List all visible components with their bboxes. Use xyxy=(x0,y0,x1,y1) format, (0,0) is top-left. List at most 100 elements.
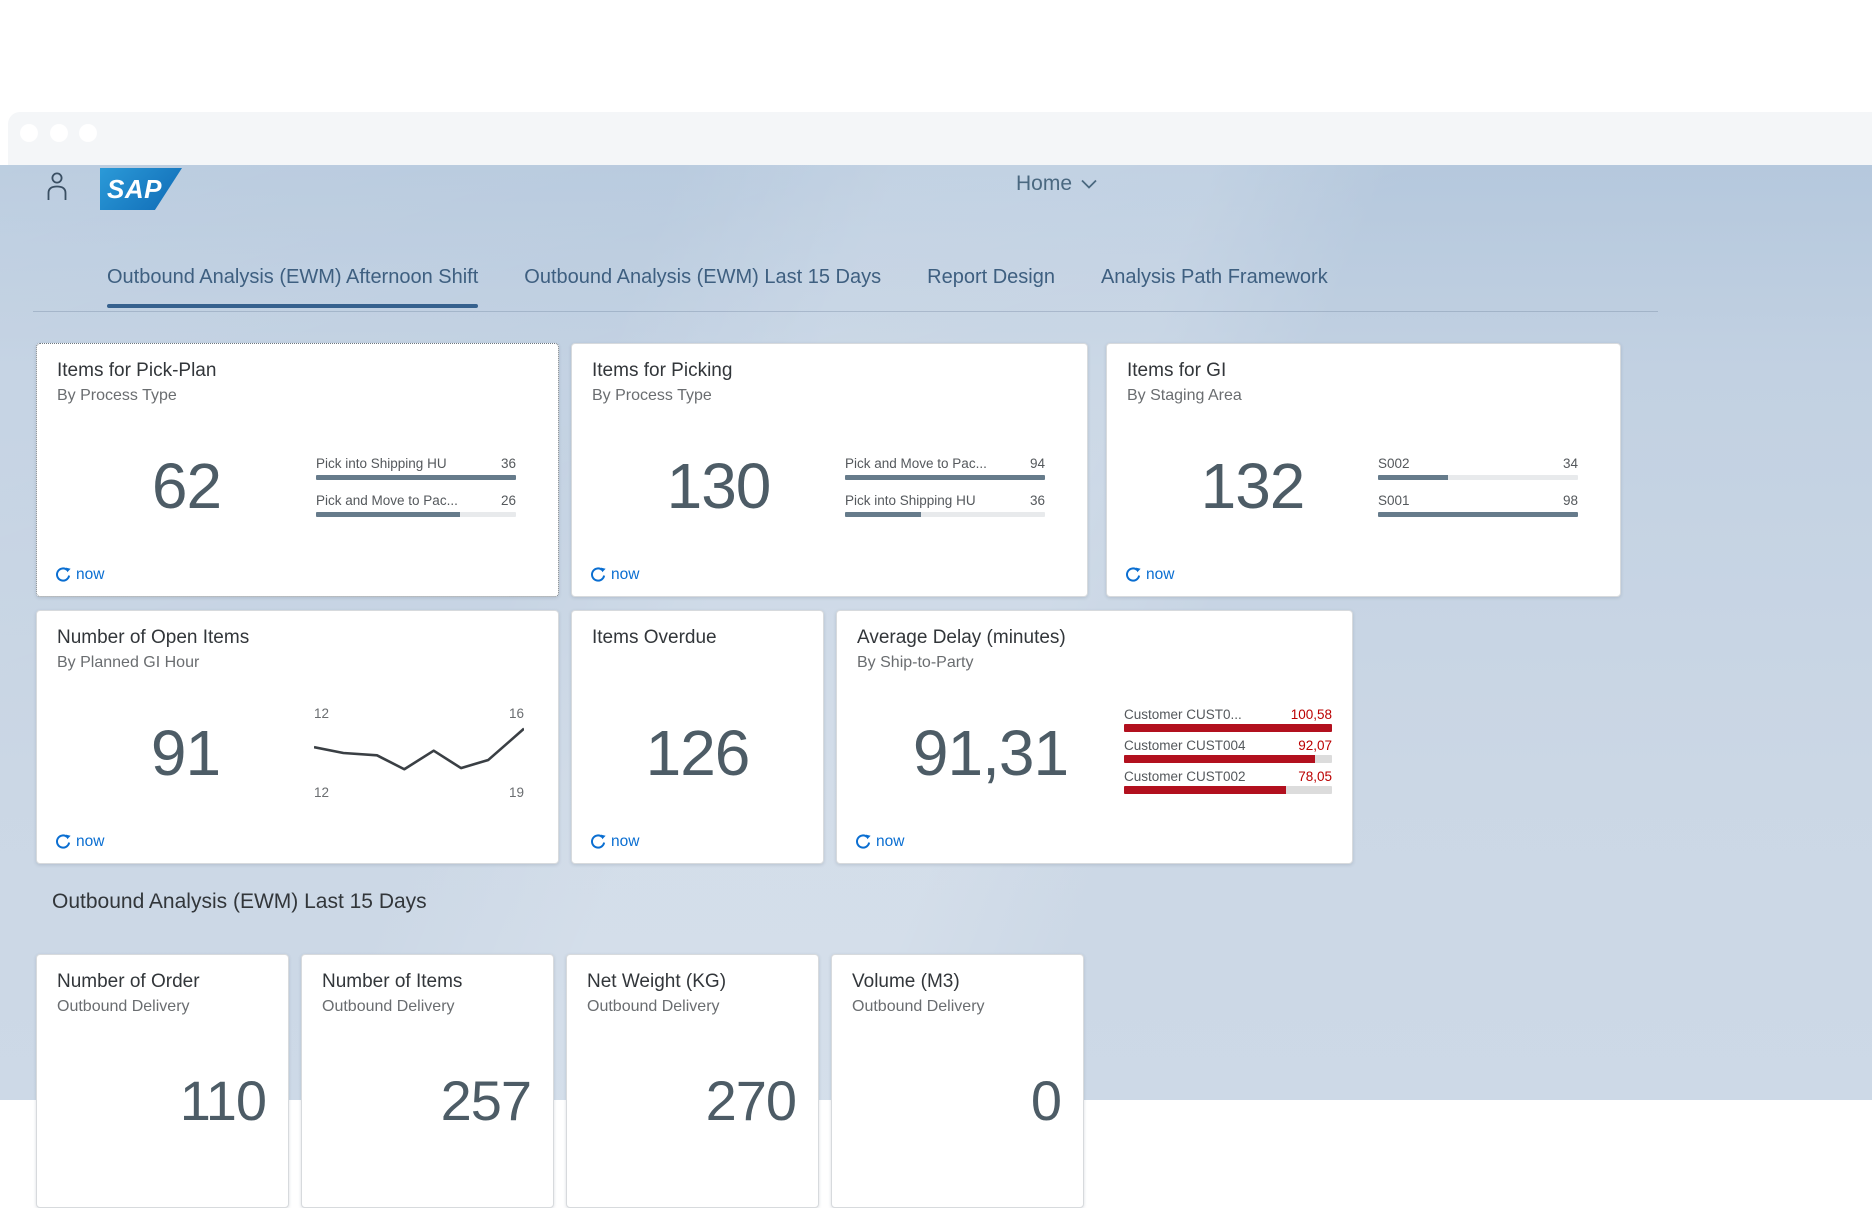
home-menu-button[interactable]: Home xyxy=(1016,172,1097,196)
tile-items-for-pick-plan[interactable]: Items for Pick-Plan By Process Type 62 P… xyxy=(36,343,559,597)
comparison-row: S001 98 xyxy=(1378,493,1578,517)
bar-track xyxy=(1378,512,1578,517)
kpi-value: 132 xyxy=(1127,454,1378,518)
comparison-row: Customer CUST0...100,58 xyxy=(1124,707,1332,732)
tile-title: Items for Pick-Plan xyxy=(57,360,538,382)
comparison-row: Customer CUST002 78,05 xyxy=(1124,769,1332,794)
bar-value: 94 xyxy=(1030,456,1045,471)
tile-title: Number of Order xyxy=(57,971,268,993)
kpi-value: 257 xyxy=(441,1073,531,1129)
refresh-label: now xyxy=(1146,566,1174,584)
line-chart-label-bottom-left: 12 xyxy=(314,785,329,800)
bar-fill xyxy=(1378,475,1448,480)
bar-fill xyxy=(845,475,1045,480)
bar-value: 98 xyxy=(1563,493,1578,508)
bar-value: 36 xyxy=(501,456,516,471)
bar-fill xyxy=(845,512,921,517)
kpi-value: 126 xyxy=(592,721,803,785)
user-avatar-icon[interactable] xyxy=(46,171,68,201)
bar-value: 92,07 xyxy=(1298,738,1332,753)
window-titlebar xyxy=(8,112,1872,165)
tile-title: Number of Open Items xyxy=(57,627,538,649)
tile-subtitle: Outbound Delivery xyxy=(587,998,798,1016)
refresh-now-button[interactable]: now xyxy=(1125,566,1174,584)
chevron-down-icon xyxy=(1081,179,1097,189)
tile-subtitle: Outbound Delivery xyxy=(322,998,533,1016)
sap-logo-text: SAP xyxy=(107,174,162,204)
tile-title: Items for Picking xyxy=(592,360,1067,382)
tab-afternoon-shift[interactable]: Outbound Analysis (EWM) Afternoon Shift xyxy=(107,266,478,289)
refresh-icon xyxy=(1125,567,1141,583)
tile-title: Net Weight (KG) xyxy=(587,971,798,993)
bar-track xyxy=(1124,786,1332,794)
line-chart-label-top-left: 12 xyxy=(314,706,329,721)
tile-average-delay[interactable]: Average Delay (minutes) By Ship-to-Party… xyxy=(836,610,1353,864)
tile-subtitle: By Ship-to-Party xyxy=(857,654,1332,672)
tab-analysis-path-framework[interactable]: Analysis Path Framework xyxy=(1101,266,1328,289)
bar-label: S001 xyxy=(1378,493,1410,508)
tab-last-15-days[interactable]: Outbound Analysis (EWM) Last 15 Days xyxy=(524,266,881,289)
bar-value: 78,05 xyxy=(1298,769,1332,784)
titlebar-dot xyxy=(20,124,38,142)
tile-number-of-open-items[interactable]: Number of Open Items By Planned GI Hour … xyxy=(36,610,559,864)
comparison-row: Pick into Shipping HU 36 xyxy=(316,456,516,480)
kpi-value: 110 xyxy=(180,1073,266,1129)
bar-track xyxy=(1124,724,1332,732)
refresh-now-button[interactable]: now xyxy=(55,833,104,851)
line-chart-label-top-right: 16 xyxy=(509,706,524,721)
refresh-now-button[interactable]: now xyxy=(590,566,639,584)
tile-items-overdue[interactable]: Items Overdue 126 now xyxy=(571,610,824,864)
tile-number-of-items[interactable]: Number of Items Outbound Delivery 257 xyxy=(301,954,554,1208)
tile-title: Items Overdue xyxy=(592,627,803,649)
bar-label: Customer CUST002 xyxy=(1124,769,1246,784)
comparison-chart-error: Customer CUST0...100,58 Customer CUST004… xyxy=(1124,707,1332,800)
bar-label: Pick into Shipping HU xyxy=(845,493,976,508)
titlebar-dot xyxy=(50,124,68,142)
bar-fill xyxy=(316,512,460,517)
refresh-now-button[interactable]: now xyxy=(55,566,104,584)
refresh-label: now xyxy=(76,833,104,851)
refresh-icon xyxy=(55,834,71,850)
bar-value: 36 xyxy=(1030,493,1045,508)
bar-label: Pick into Shipping HU xyxy=(316,456,447,471)
bar-label: Pick and Move to Pac... xyxy=(316,493,458,508)
bar-track xyxy=(1124,755,1332,763)
refresh-label: now xyxy=(76,566,104,584)
kpi-value: 0 xyxy=(1031,1073,1061,1129)
bar-label: S002 xyxy=(1378,456,1410,471)
refresh-now-button[interactable]: now xyxy=(590,833,639,851)
comparison-row: S00234 xyxy=(1378,456,1578,480)
comparison-row: Customer CUST004 92,07 xyxy=(1124,738,1332,763)
tab-report-design[interactable]: Report Design xyxy=(927,266,1055,289)
launchpad-canvas: SAP Home Outbound Analysis (EWM) Afterno… xyxy=(0,165,1872,1100)
bar-track xyxy=(1378,475,1578,480)
refresh-now-button[interactable]: now xyxy=(855,833,904,851)
open-items-line xyxy=(314,724,524,782)
line-chart-label-bottom-right: 19 xyxy=(509,785,524,800)
tile-items-for-picking[interactable]: Items for Picking By Process Type 130 Pi… xyxy=(571,343,1088,597)
tile-items-for-gi[interactable]: Items for GI By Staging Area 132 S00234 … xyxy=(1106,343,1621,597)
comparison-chart: S00234 S001 98 xyxy=(1378,456,1578,517)
tile-title: Volume (M3) xyxy=(852,971,1063,993)
tile-subtitle: By Staging Area xyxy=(1127,387,1600,405)
bar-fill xyxy=(1124,786,1286,794)
section-heading: Outbound Analysis (EWM) Last 15 Days xyxy=(52,890,427,914)
tile-number-of-order[interactable]: Number of Order Outbound Delivery 110 xyxy=(36,954,289,1208)
kpi-value: 270 xyxy=(706,1073,796,1129)
refresh-icon xyxy=(590,567,606,583)
bar-value: 26 xyxy=(501,493,516,508)
refresh-label: now xyxy=(611,833,639,851)
bar-label: Customer CUST004 xyxy=(1124,738,1246,753)
comparison-chart: Pick and Move to Pac...94 Pick into Ship… xyxy=(845,456,1045,517)
tile-net-weight[interactable]: Net Weight (KG) Outbound Delivery 270 xyxy=(566,954,819,1208)
comparison-row: Pick into Shipping HU 36 xyxy=(845,493,1045,517)
refresh-icon xyxy=(855,834,871,850)
refresh-label: now xyxy=(876,833,904,851)
comparison-row: Pick and Move to Pac...94 xyxy=(845,456,1045,480)
kpi-value: 91,31 xyxy=(857,721,1124,785)
bar-fill xyxy=(316,475,516,480)
tile-title: Number of Items xyxy=(322,971,533,993)
bar-track xyxy=(845,475,1045,480)
tile-volume[interactable]: Volume (M3) Outbound Delivery 0 xyxy=(831,954,1084,1208)
tile-title: Average Delay (minutes) xyxy=(857,627,1332,649)
